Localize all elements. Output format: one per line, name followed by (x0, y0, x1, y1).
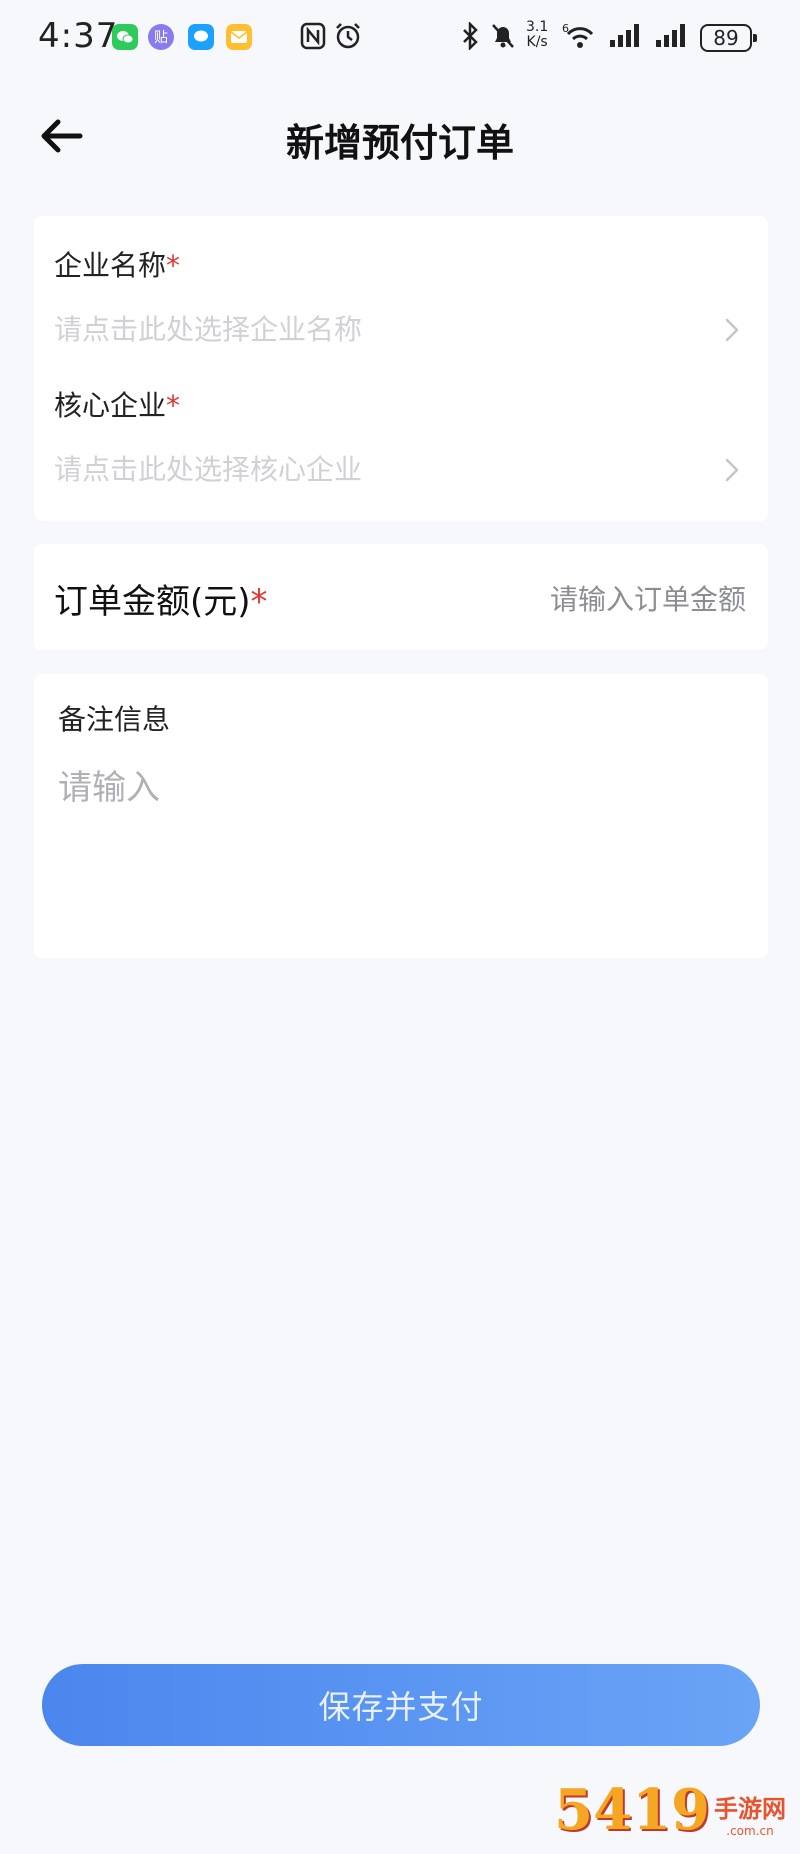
network-speed: 3.1 K/s (526, 20, 548, 50)
company-label-text: 企业名称 (54, 249, 167, 282)
core-company-select[interactable]: 请点击此处选择核心企业 (54, 448, 362, 488)
mute-bell-icon (490, 22, 516, 57)
chevron-right-icon[interactable] (718, 456, 746, 484)
company-select[interactable]: 请点击此处选择企业名称 (54, 308, 362, 348)
remark-card: 备注信息 请输入 (34, 674, 768, 958)
remark-label: 备注信息 (58, 703, 171, 736)
nav-bar: 新增预付订单 (0, 92, 800, 182)
signal-icon-2 (654, 22, 688, 55)
wechat-icon (112, 24, 138, 50)
watermark-number: 5419 (554, 1777, 710, 1843)
company-label: 企业名称* (54, 244, 180, 284)
signal-icon (608, 22, 642, 55)
battery-icon: 89 (700, 24, 757, 52)
remark-textarea[interactable]: 请输入 (58, 760, 160, 809)
watermark-side: 手游网 .com.cn (714, 1789, 786, 1838)
required-mark: * (166, 389, 181, 422)
tieba-icon: 贴 (148, 24, 174, 50)
status-bar: 4:37 贴 3.1 K/s 6 89 (0, 0, 800, 80)
required-mark: * (250, 582, 268, 622)
mail-icon (226, 24, 252, 50)
nfc-icon (300, 22, 326, 57)
core-company-label-text: 核心企业 (54, 389, 167, 422)
page-title: 新增预付订单 (285, 121, 514, 165)
status-time: 4:37 (38, 16, 119, 56)
speed-value: 3.1 (526, 19, 549, 35)
amount-label: 订单金额(元)* (54, 574, 268, 623)
core-company-label: 核心企业* (54, 384, 180, 424)
watermark-text: 手游网 (714, 1795, 786, 1823)
speed-unit: K/s (526, 34, 548, 50)
bluetooth-icon (460, 20, 480, 57)
amount-label-text: 订单金额(元) (54, 582, 251, 622)
amount-card: 订单金额(元)* 请输入订单金额 (34, 544, 768, 650)
message-icon (188, 24, 214, 50)
save-and-pay-button[interactable]: 保存并支付 (42, 1664, 760, 1746)
watermark-domain: .com.cn (726, 1824, 774, 1838)
wifi-icon: 6 (562, 22, 598, 57)
watermark-logo: 5419 手游网 .com.cn (554, 1782, 786, 1838)
company-card: 企业名称* 请点击此处选择企业名称 核心企业* 请点击此处选择核心企业 (34, 216, 768, 521)
required-mark: * (166, 249, 181, 282)
amount-input[interactable]: 请输入订单金额 (550, 578, 746, 618)
alarm-icon (334, 22, 362, 57)
chevron-right-icon[interactable] (718, 316, 746, 344)
